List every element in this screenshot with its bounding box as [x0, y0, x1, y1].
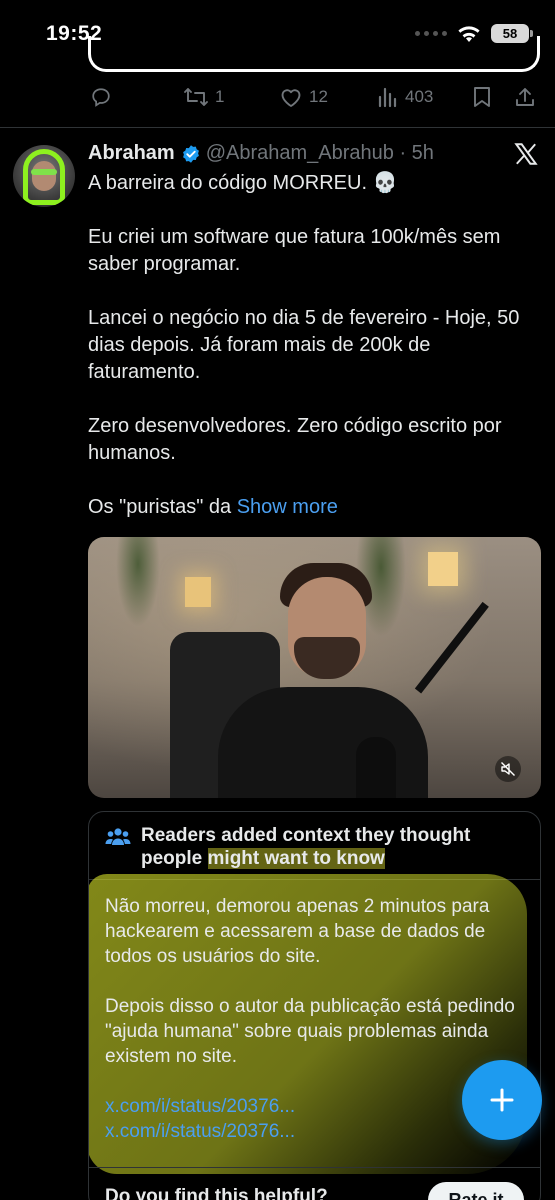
source-link[interactable]: x.com/i/status/20376...: [105, 1119, 524, 1144]
x-logo-icon[interactable]: [513, 141, 539, 167]
community-note-paragraph: Não morreu, demorou apenas 2 minutos par…: [105, 896, 490, 967]
community-note-footer: Do you find this helpful? Rate it: [89, 1167, 540, 1200]
community-note-title: Readers added context they thought peopl…: [141, 824, 526, 870]
compose-button[interactable]: [462, 1060, 542, 1140]
tweet-paragraph: Lancei o negócio no dia 5 de fevereiro -…: [88, 307, 520, 383]
helpful-question: Do you find this helpful?: [105, 1186, 328, 1200]
views-icon: [378, 87, 397, 108]
share-icon: [516, 88, 534, 106]
reply-icon: [92, 88, 110, 107]
like-button[interactable]: 12: [279, 86, 328, 108]
tweet-video[interactable]: [88, 537, 541, 798]
retweet-count: 1: [215, 87, 225, 106]
plus-icon: [490, 1088, 514, 1112]
show-more-link[interactable]: Show more: [237, 496, 338, 518]
heart-icon: [281, 89, 301, 107]
rate-it-button[interactable]: Rate it: [428, 1182, 524, 1200]
community-note: Readers added context they thought peopl…: [88, 811, 541, 1200]
author-name[interactable]: Abraham: [88, 142, 175, 165]
muted-speaker-icon: [501, 762, 515, 776]
views-button[interactable]: 403: [377, 86, 433, 108]
author-handle-time[interactable]: @Abraham_Abrahub · 5h: [206, 142, 434, 165]
tweet-paragraph: Zero desenvolvedores. Zero código escrit…: [88, 415, 502, 464]
share-button[interactable]: [514, 86, 536, 108]
tweet-divider: [0, 127, 555, 128]
avatar[interactable]: [13, 145, 75, 207]
community-note-header: Readers added context they thought peopl…: [89, 812, 540, 880]
tweet-truncated-text: Os "puristas" da: [88, 496, 237, 518]
previous-tweet-actions: 1 12 403: [0, 80, 555, 116]
community-note-paragraph: Depois disso o autor da publicação está …: [105, 996, 515, 1067]
mute-button[interactable]: [495, 756, 521, 782]
verified-badge-icon: [182, 144, 199, 163]
community-note-title-highlighted: might want to know: [207, 848, 385, 869]
tweet-paragraph: A barreira do código MORREU. 💀: [88, 172, 398, 194]
views-count: 403: [405, 87, 434, 106]
previous-card-edge: [88, 36, 540, 72]
tweet-paragraph-truncated: Os "puristas" da Show more: [88, 494, 536, 521]
people-icon: [105, 828, 131, 845]
reply-button[interactable]: [90, 86, 112, 108]
tweet-text: A barreira do código MORREU. 💀 Eu criei …: [88, 170, 536, 521]
retweet-icon: [184, 88, 208, 106]
bookmark-button[interactable]: [472, 86, 492, 108]
tweet-header: Abraham @Abraham_Abrahub · 5h: [88, 142, 434, 165]
bookmark-icon: [474, 87, 490, 107]
tweet-paragraph: Eu criei um software que fatura 100k/mês…: [88, 226, 501, 275]
like-count: 12: [309, 87, 328, 106]
retweet-button[interactable]: 1: [183, 86, 224, 108]
